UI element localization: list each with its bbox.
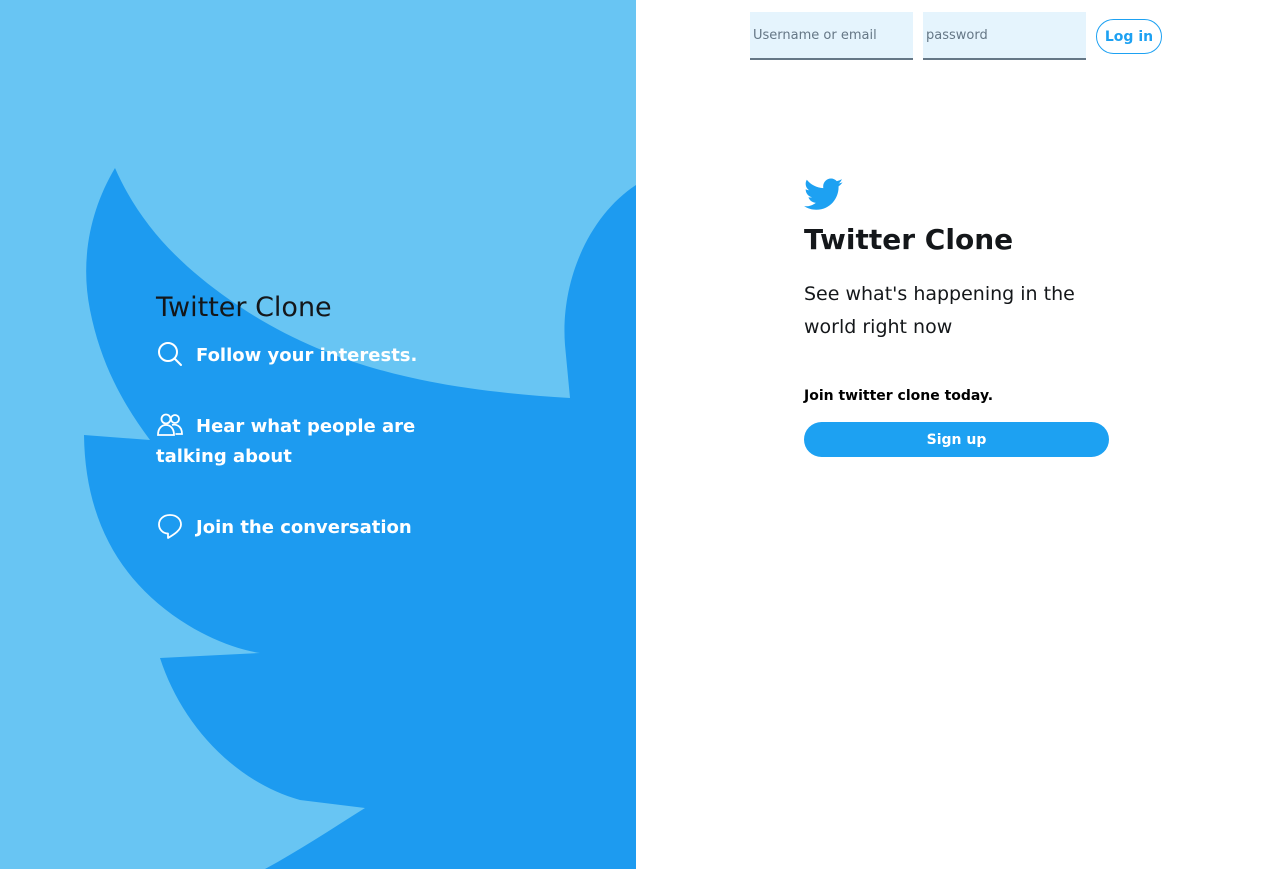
password-input[interactable]	[923, 12, 1086, 60]
feature-hear-people: Hear what people are talking about	[156, 411, 486, 472]
twitter-bird-icon	[804, 178, 844, 214]
feature-follow-interests: Follow your interests.	[156, 340, 486, 371]
feature-label: Follow your interests.	[196, 345, 418, 366]
speech-bubble-icon	[156, 512, 184, 540]
main-content: Twitter Clone See what's happening in th…	[804, 178, 1110, 457]
people-icon	[156, 411, 184, 439]
app-title: Twitter Clone	[804, 223, 1014, 256]
join-text: Join twitter clone today.	[804, 388, 994, 404]
login-button[interactable]: Log in	[1096, 19, 1162, 54]
left-content: Twitter Clone Follow your interests. Hea…	[156, 290, 486, 583]
feature-label: Join the conversation	[196, 517, 412, 538]
left-title: Twitter Clone	[156, 292, 332, 323]
page: Twitter Clone Follow your interests. Hea…	[0, 0, 1271, 869]
left-panel: Twitter Clone Follow your interests. Hea…	[0, 0, 636, 869]
search-icon	[156, 340, 184, 368]
feature-join-conversation: Join the conversation	[156, 512, 486, 543]
signup-button[interactable]: Sign up	[804, 422, 1109, 457]
username-input[interactable]	[750, 12, 913, 60]
feature-label: Hear what people are talking about	[156, 416, 416, 467]
tagline: See what's happening in the world right …	[804, 283, 1075, 338]
